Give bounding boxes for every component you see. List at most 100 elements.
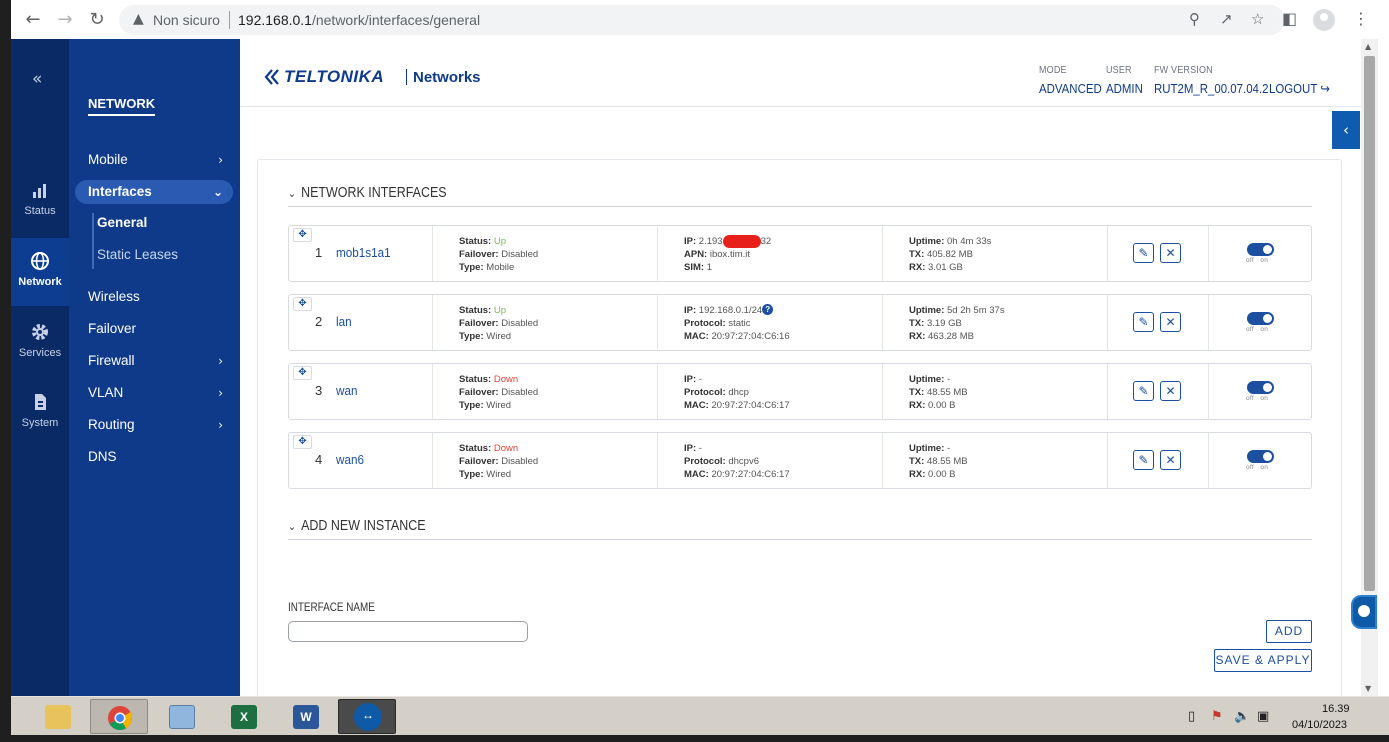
delete-button[interactable]: ✕ (1160, 450, 1181, 470)
menu-item-routing[interactable]: Routing › (75, 413, 233, 437)
forward-icon[interactable]: → (54, 9, 76, 31)
menu-item-failover[interactable]: Failover (75, 317, 233, 341)
rail-item-status[interactable]: Status (11, 179, 69, 247)
side-panel-toggle[interactable]: ‹ (1332, 111, 1360, 149)
menu-item-label: Failover (88, 321, 137, 336)
taskbar-calculator[interactable] (152, 699, 210, 734)
taskbar-file-explorer[interactable] (28, 699, 86, 734)
column-divider (432, 295, 433, 350)
status-value: Down (493, 443, 519, 454)
edit-button[interactable]: ✎ (1133, 312, 1154, 332)
status-info: Status: Down Failover: Disabled Type: Wi… (459, 442, 538, 481)
logout-label: LOGOUT (1269, 81, 1318, 96)
enable-toggle[interactable] (1247, 381, 1274, 394)
address-info: IP: - Protocol: dhcpv6 MAC: 20:97:27:04:… (684, 442, 790, 481)
url-text[interactable]: 192.168.0.1/network/interfaces/general (238, 12, 480, 28)
user-value[interactable]: ADMIN (1106, 81, 1143, 96)
document-icon (35, 394, 46, 410)
delete-button[interactable]: ✕ (1160, 381, 1181, 401)
rail-item-system[interactable]: System (11, 391, 69, 459)
enable-toggle[interactable] (1247, 312, 1274, 325)
interfaces-section-header[interactable]: ⌄ NETWORK INTERFACES (288, 185, 447, 201)
status-label: Status: (459, 443, 492, 454)
edit-button[interactable]: ✎ (1133, 243, 1154, 263)
interface-row: ✥ 2 lan Status: Up Failover: Disabled Ty… (288, 294, 1312, 351)
side-panel-icon[interactable]: ◧ (1282, 9, 1297, 28)
scroll-thumb[interactable] (1364, 56, 1375, 591)
rx-value: 3.01 GB (928, 262, 963, 273)
toggle-on-label: on (1260, 464, 1269, 471)
drag-handle-icon[interactable]: ✥ (293, 228, 312, 242)
teamviewer-tab[interactable] (1351, 595, 1377, 629)
enable-toggle[interactable] (1247, 243, 1274, 256)
delete-button[interactable]: ✕ (1160, 243, 1181, 263)
column-divider (882, 226, 883, 281)
interface-row: ✥ 1 mob1s1a1 Status: Up Failover: Disabl… (288, 225, 1312, 282)
kebab-menu-icon[interactable]: ⋮ (1353, 9, 1369, 28)
column-divider (657, 433, 658, 488)
edit-button[interactable]: ✎ (1133, 381, 1154, 401)
protocol-value: static (728, 318, 751, 329)
logout-link[interactable]: LOGOUT ↪ (1269, 81, 1330, 97)
address-bar[interactable]: ▲ Non sicuro 192.168.0.1/network/interfa… (119, 5, 1285, 35)
interface-name-input[interactable] (288, 621, 528, 642)
menu-item-vlan[interactable]: VLAN › (75, 381, 233, 405)
save-apply-button[interactable]: SAVE & APPLY (1214, 649, 1312, 672)
submenu-item-general[interactable]: General (97, 215, 147, 230)
add-button[interactable]: ADD (1266, 620, 1312, 643)
menu-item-firewall[interactable]: Firewall › (75, 349, 233, 373)
drag-handle-icon[interactable]: ✥ (293, 435, 312, 449)
menu-item-mobile[interactable]: Mobile › (75, 148, 233, 172)
failover-label: Failover: (459, 318, 499, 329)
mac-value: 20:97:27:04:C6:17 (711, 469, 790, 480)
type-value: Mobile (486, 262, 515, 273)
add-instance-section-header[interactable]: ⌄ ADD NEW INSTANCE (288, 518, 426, 534)
zoom-icon[interactable]: ⚲ (1189, 10, 1200, 28)
not-secure-label[interactable]: Non sicuro (153, 12, 220, 28)
share-icon[interactable]: ↗ (1220, 10, 1233, 28)
logo-separator (406, 69, 407, 85)
delete-button[interactable]: ✕ (1160, 312, 1181, 332)
collapse-sidebar-icon[interactable]: « (32, 69, 42, 89)
profile-avatar[interactable] (1313, 9, 1335, 31)
column-divider (657, 364, 658, 419)
failover-value: Disabled (501, 249, 539, 260)
help-icon[interactable]: ? (762, 304, 774, 315)
ip-prefix: 2.193 (698, 236, 723, 247)
clock-date[interactable]: 04/10/2023 (1292, 719, 1347, 731)
taskbar-teamviewer[interactable]: ↔ (338, 699, 396, 734)
address-info: IP: 192.168.0.1/24? Protocol: static MAC… (684, 304, 790, 343)
bookmark-star-icon[interactable]: ☆ (1251, 10, 1264, 28)
scroll-down-icon[interactable]: ▼ (1365, 684, 1371, 693)
edit-button[interactable]: ✎ (1133, 450, 1154, 470)
drag-handle-icon[interactable]: ✥ (293, 297, 312, 311)
enable-toggle[interactable] (1247, 450, 1274, 463)
mode-value[interactable]: ADVANCED (1039, 81, 1102, 96)
submenu-indicator (92, 213, 94, 269)
menu-item-dns[interactable]: DNS (75, 445, 233, 469)
menu-item-interfaces[interactable]: Interfaces ⌄ (75, 180, 233, 204)
toggle-labels: off on (1246, 326, 1268, 333)
rail-item-services[interactable]: Services (11, 321, 69, 389)
display-tray-icon[interactable]: ▣ (1257, 709, 1269, 724)
flag-tray-icon[interactable]: ⚑ (1211, 709, 1223, 724)
chevron-right-icon: › (218, 386, 223, 400)
drag-handle-icon[interactable]: ✥ (293, 366, 312, 380)
column-divider (1208, 226, 1209, 281)
type-label: Type: (459, 469, 484, 480)
network-tray-icon[interactable]: ▯ (1188, 709, 1195, 724)
taskbar-word[interactable]: W (276, 699, 334, 734)
volume-icon[interactable]: 🔈 (1234, 709, 1250, 724)
taskbar-chrome[interactable] (90, 699, 148, 734)
reload-icon[interactable]: ↻ (86, 9, 108, 31)
taskbar-excel[interactable]: X (214, 699, 272, 734)
uptime-value: 5d 2h 5m 37s (947, 305, 1005, 316)
tx-value: 3.19 GB (926, 318, 962, 329)
menu-item-wireless[interactable]: Wireless (75, 285, 233, 309)
clock-time[interactable]: 16.39 (1322, 703, 1350, 715)
warning-icon[interactable]: ▲ (133, 11, 144, 27)
submenu-item-static-leases[interactable]: Static Leases (97, 247, 178, 262)
scroll-up-icon[interactable]: ▲ (1365, 42, 1371, 51)
rail-item-network[interactable]: Network (11, 238, 69, 306)
back-icon[interactable]: ← (22, 9, 44, 31)
